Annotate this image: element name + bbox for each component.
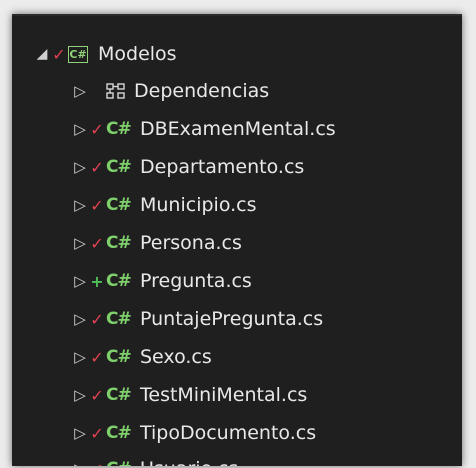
checked-in-icon: ✓	[90, 423, 104, 443]
tree-item-label: Departamento.cs	[140, 156, 305, 178]
tree-item-file[interactable]: ▷ ✓ C# Usuario.cs	[12, 450, 462, 466]
tree-item-label: TipoDocumento.cs	[140, 422, 317, 444]
checked-in-icon: ✓	[90, 119, 104, 139]
expand-arrow-icon[interactable]: ▷	[72, 82, 88, 100]
expand-arrow-icon[interactable]: ▷	[72, 272, 88, 290]
checked-in-icon: ✓	[90, 347, 104, 367]
panel-top-edge	[12, 14, 462, 16]
checked-in-icon: ✓	[88, 460, 106, 467]
expand-arrow-icon[interactable]: ▷	[72, 386, 88, 404]
dependencies-icon	[106, 83, 125, 99]
csharp-file-icon: C#	[106, 119, 132, 139]
csharp-project-icon: C#	[68, 45, 88, 63]
csharp-file-icon: C#	[106, 347, 132, 367]
csharp-file-icon: C#	[106, 309, 132, 329]
collapse-arrow-icon[interactable]: ◢	[34, 46, 50, 62]
tree-item-dependencias[interactable]: ▷ Dependencias	[12, 72, 462, 110]
tree-item-label: Pregunta.cs	[140, 270, 252, 292]
csharp-file-icon: C#	[106, 385, 132, 405]
tree-item-label: PuntajePregunta.cs	[140, 308, 324, 330]
tree-item-file[interactable]: ▷ ✓ C# DBExamenMental.cs	[12, 110, 462, 148]
expand-arrow-icon[interactable]: ▷	[72, 460, 88, 466]
tree-item-label: Usuario.cs	[140, 458, 238, 466]
checked-in-icon: ✓	[90, 157, 104, 177]
csharp-file-icon: C#	[106, 233, 132, 253]
expand-arrow-icon[interactable]: ▷	[72, 348, 88, 366]
tree-item-file[interactable]: ▷ ✓ C# Municipio.cs	[12, 186, 462, 224]
csharp-file-icon: C#	[106, 459, 140, 466]
tree-item-label: Sexo.cs	[140, 346, 212, 368]
expand-arrow-icon[interactable]: ▷	[72, 424, 88, 442]
csharp-file-icon: C#	[106, 423, 132, 443]
pending-add-icon: +	[90, 271, 104, 291]
tree-item-label: Municipio.cs	[140, 194, 257, 216]
tree-item-label: DBExamenMental.cs	[140, 118, 336, 140]
tree-item-label: Persona.cs	[140, 232, 242, 254]
tree-item-modelos[interactable]: ◢ ✓ C# Modelos	[12, 35, 462, 73]
expand-arrow-icon[interactable]: ▷	[72, 120, 88, 138]
expand-arrow-icon[interactable]: ▷	[72, 310, 88, 328]
tree-item-file[interactable]: ▷ ✓ C# Departamento.cs	[12, 148, 462, 186]
tree-item-file[interactable]: ▷ ✓ C# TestMiniMental.cs	[12, 376, 462, 414]
checked-in-icon: ✓	[90, 309, 104, 329]
csharp-file-icon: C#	[106, 195, 132, 215]
tree-item-file[interactable]: ▷ ✓ C# Sexo.cs	[12, 338, 462, 376]
csharp-file-icon: C#	[106, 157, 132, 177]
tree-item-file[interactable]: ▷ ✓ C# Persona.cs	[12, 224, 462, 262]
expand-arrow-icon[interactable]: ▷	[72, 234, 88, 252]
tree-item-label: Dependencias	[134, 80, 270, 102]
expand-arrow-icon[interactable]: ▷	[72, 158, 88, 176]
tree-item-file[interactable]: ▷ + C# Pregunta.cs	[12, 262, 462, 300]
checked-in-icon: ✓	[52, 44, 66, 64]
tree-item-label: Modelos	[98, 43, 177, 65]
csharp-file-icon: C#	[106, 271, 132, 291]
tree-item-file[interactable]: ▷ ✓ C# TipoDocumento.cs	[12, 414, 462, 452]
tree-item-label: TestMiniMental.cs	[140, 384, 308, 406]
checked-in-icon: ✓	[90, 195, 104, 215]
checked-in-icon: ✓	[90, 233, 104, 253]
expand-arrow-icon[interactable]: ▷	[72, 196, 88, 214]
solution-explorer-panel: ◢ ✓ C# Modelos ▷ Dependencias ▷ ✓ C# DBE…	[12, 14, 462, 466]
checked-in-icon: ✓	[90, 385, 104, 405]
tree-item-file[interactable]: ▷ ✓ C# PuntajePregunta.cs	[12, 300, 462, 338]
